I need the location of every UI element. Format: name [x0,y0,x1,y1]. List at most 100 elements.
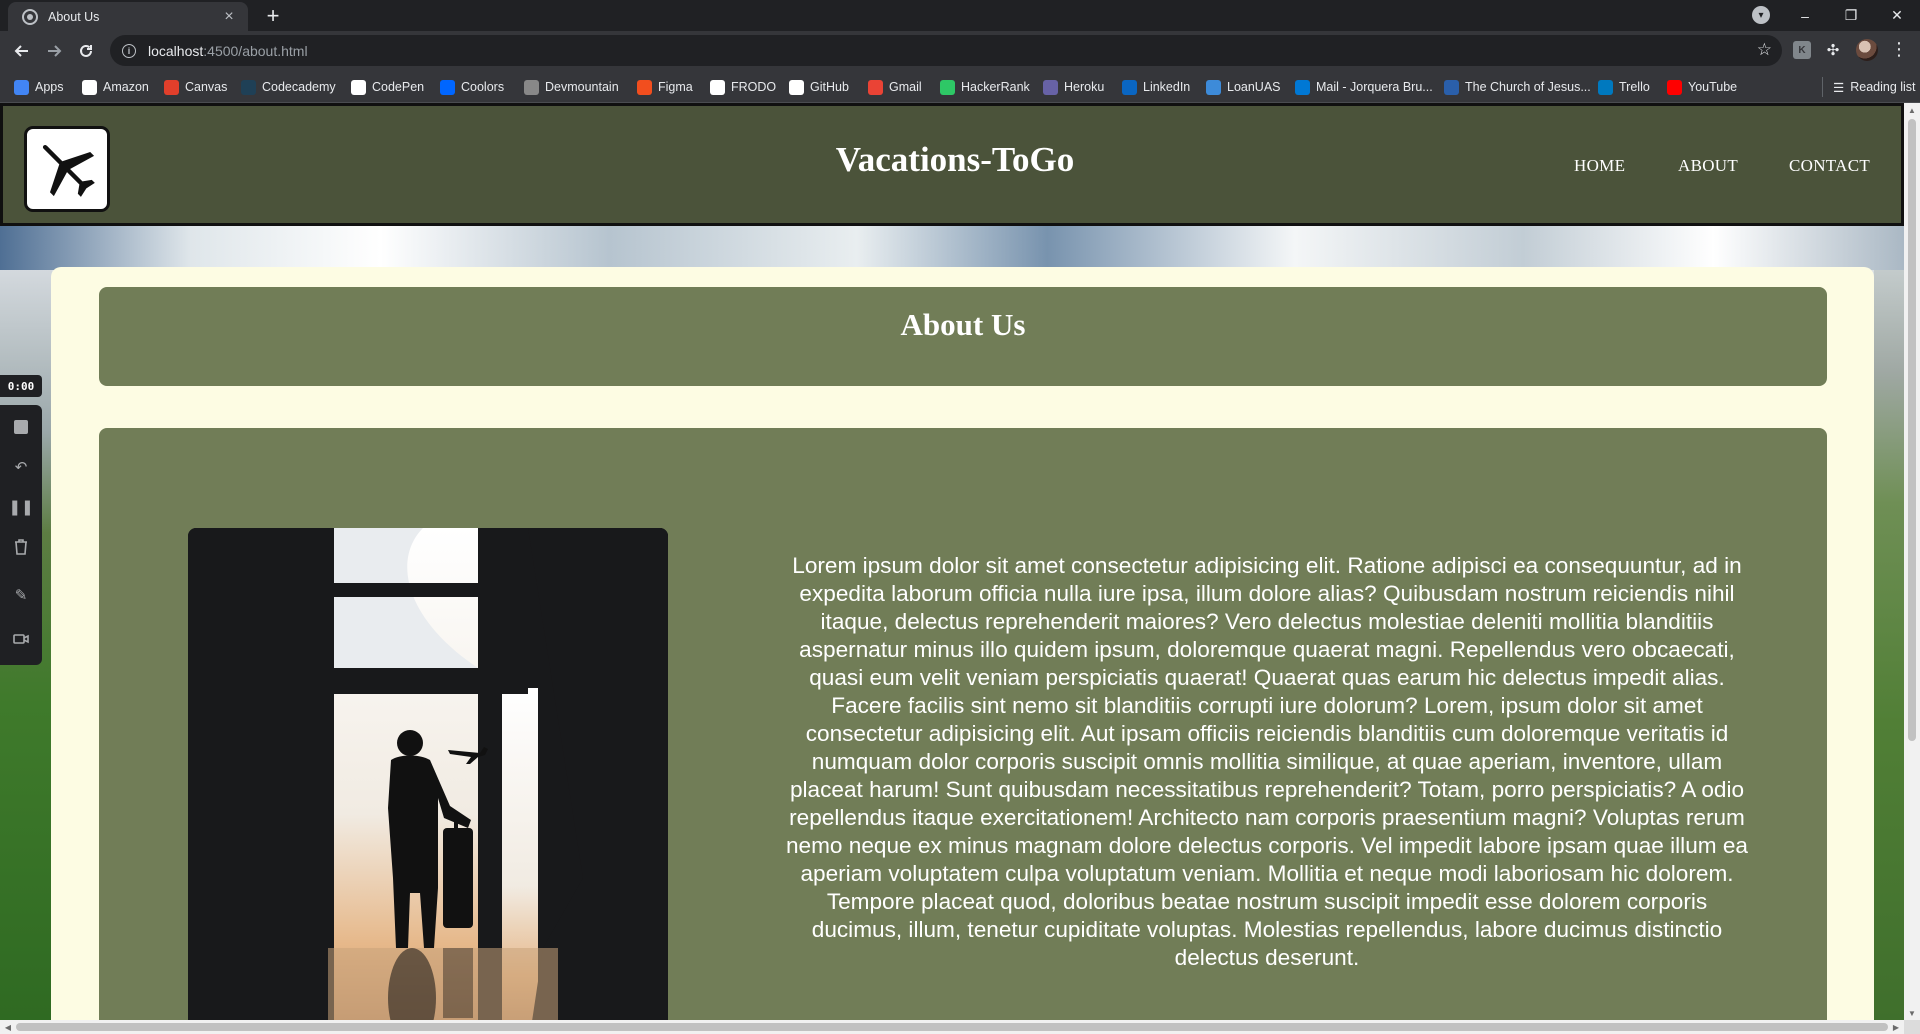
bookmark-coolors[interactable]: Coolors [440,77,504,97]
bookmark-label: FRODO [731,80,777,94]
bookmarks-bar: Apps Amazon Canvas Codecademy CodePen Coolors… [0,71,1920,103]
scroll-down-arrow-icon[interactable]: ▼ [1904,1006,1920,1020]
bookmark-frodo[interactable]: FRODO [710,77,776,97]
bookmark-label: Trello [1619,80,1650,94]
heroku-icon [1043,79,1058,95]
camera-toggle-button[interactable] [0,621,42,657]
about-title-panel: About Us [99,287,1827,386]
bookmark-trello[interactable]: Trello [1598,77,1650,97]
about-body-text: Lorem ipsum dolor sit amet consectetur a… [785,553,1748,970]
reload-button[interactable] [72,37,100,65]
profile-avatar[interactable] [1856,39,1878,61]
bookmark-canvas[interactable]: Canvas [164,77,227,97]
background-clouds [0,225,1904,270]
bookmark-label: Gmail [889,80,922,94]
reading-list-icon: ☰ [1833,80,1845,95]
scroll-left-arrow-icon[interactable]: ◀ [0,1020,16,1034]
bookmark-github[interactable]: GitHub [789,77,849,97]
bookmark-label: Canvas [185,80,228,94]
bookmark-label: HackerRank [961,80,1030,94]
bookmark-label: Heroku [1064,80,1105,94]
new-tab-button[interactable]: + [260,4,286,30]
undo-icon: ↶ [14,459,28,476]
bookmark-figma[interactable]: Figma [637,77,693,97]
nav-home-link[interactable]: HOME [1574,156,1625,176]
traveler-photo [188,528,668,1020]
bookmark-label: CodePen [372,80,425,94]
restore-button[interactable]: ❐ [1828,0,1874,31]
recording-timer: 0:00 [0,375,42,397]
bookmark-label: GitHub [810,80,849,94]
browser-tab[interactable]: About Us × [8,2,248,31]
scroll-up-arrow-icon[interactable]: ▲ [1904,103,1920,117]
delete-recording-button[interactable] [0,529,42,565]
bookmark-label: Mail - Jorquera Bru... [1316,80,1433,94]
trello-icon [1598,79,1613,95]
bookmark-apps[interactable]: Apps [14,77,64,97]
scrollbar-corner [1904,1020,1920,1034]
linkedin-icon [1122,79,1137,95]
devmountain-icon [524,79,539,95]
loanuas-icon [1206,79,1221,95]
bookmark-label: Figma [658,80,693,94]
reload-icon [80,44,92,57]
pause-recording-button[interactable]: ❚❚ [0,489,42,525]
video-camera-icon [13,634,29,644]
site-header: Vacations-ToGo HOME ABOUT CONTACT [0,103,1904,226]
tab-title: About Us [48,9,100,24]
browser-menu-icon[interactable]: ⋮ [1890,39,1908,59]
nav-about-link[interactable]: ABOUT [1678,156,1738,176]
back-button[interactable] [8,37,36,65]
bookmark-star-icon[interactable]: ☆ [1757,40,1772,60]
youtube-icon [1667,79,1682,95]
reading-list-button[interactable]: ☰ Reading list [1822,77,1916,97]
bookmark-label: Amazon [103,80,149,94]
traveler-silhouette-image [188,528,668,1020]
arrow-right-icon [48,45,62,57]
tab-search-icon[interactable]: ▾ [1752,6,1770,24]
reading-list-label: Reading list [1850,80,1916,94]
trash-icon [15,539,27,555]
bookmark-label: YouTube [1688,80,1738,94]
close-window-button[interactable]: ✕ [1874,0,1920,31]
bookmark-label: LoanUAS [1227,80,1281,94]
content-card: About Us Lorem ipsum dolor sit amet cons… [51,267,1874,1020]
extension-icon[interactable]: K [1793,41,1811,59]
scroll-right-arrow-icon[interactable]: ▶ [1888,1020,1904,1034]
bookmark-codepen[interactable]: CodePen [351,77,424,97]
site-info-icon[interactable]: i [122,43,136,58]
bookmark-linkedin[interactable]: LinkedIn [1122,77,1190,97]
nav-contact-link[interactable]: CONTACT [1789,156,1870,176]
hackerrank-icon [940,79,955,95]
puzzle-extensions-icon[interactable]: ✣ [1824,41,1842,59]
codepen-icon [351,79,366,95]
globe-icon [22,8,38,25]
canvas-icon [164,79,179,95]
bookmark-loanuas[interactable]: LoanUAS [1206,77,1281,97]
restart-recording-button[interactable]: ↶ [0,449,42,485]
apps-grid-icon [14,79,29,95]
bookmark-youtube[interactable]: YouTube [1667,77,1737,97]
address-bar[interactable]: i localhost:4500/about.html ☆ [110,35,1782,66]
recorder-toolbar: ↶ ❚❚ ✎ [0,405,42,665]
bookmark-heroku[interactable]: Heroku [1043,77,1104,97]
bookmark-amazon[interactable]: Amazon [82,77,149,97]
horizontal-scroll-thumb[interactable] [16,1023,1888,1031]
bookmark-the-church-of-jesus[interactable]: The Church of Jesus... [1444,77,1591,97]
bookmark-label: Codecademy [262,80,336,94]
bookmark-hackerrank[interactable]: HackerRank [940,77,1030,97]
bookmark-devmountain[interactable]: Devmountain [524,77,619,97]
stop-recording-button[interactable] [0,409,42,445]
bookmark-gmail[interactable]: Gmail [868,77,922,97]
bookmark-mail-jorquera-bru[interactable]: Mail - Jorquera Bru... [1295,77,1433,97]
draw-tool-button[interactable]: ✎ [0,577,42,613]
browser-tab-strip: About Us × + ▾ – ❐ ✕ [0,0,1920,31]
church-icon [1444,79,1459,95]
coolors-icon [440,79,455,95]
minimize-button[interactable]: – [1782,0,1828,31]
stop-icon [14,420,28,434]
vertical-scroll-thumb[interactable] [1908,119,1916,741]
forward-button[interactable] [40,37,68,65]
bookmark-codecademy[interactable]: Codecademy [241,77,336,97]
tab-close-icon[interactable]: × [220,8,238,25]
